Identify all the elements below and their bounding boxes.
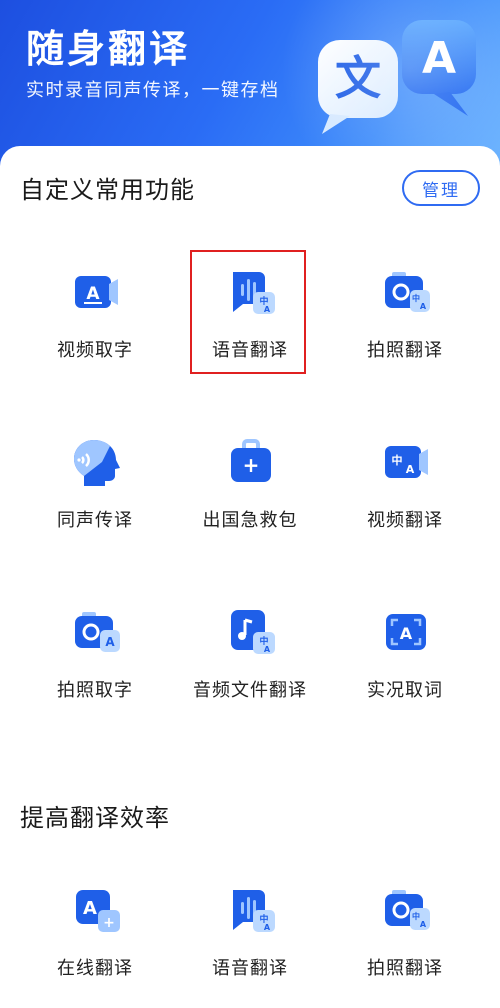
feature-camera-translate[interactable]: 中 A 拍照翻译 xyxy=(330,250,480,390)
feature-label: 出国急救包 xyxy=(202,510,298,531)
svg-text:中: 中 xyxy=(412,293,420,303)
video-translate-icon: 中 A xyxy=(385,446,428,478)
hero-art-letter-left: 文 xyxy=(335,51,381,105)
feature-simultaneous[interactable]: 同声传译 xyxy=(20,420,170,560)
translate-bubbles-icon: 文 A xyxy=(318,20,476,134)
feature-audio-file[interactable]: 中 A 音频文件翻译 xyxy=(175,590,325,730)
svg-text:A: A xyxy=(420,920,427,929)
online-translate-icon: A + xyxy=(76,890,120,932)
audio-file-translate-icon: 中 A xyxy=(231,610,275,654)
svg-text:A: A xyxy=(406,463,415,476)
feature-video-translate[interactable]: 中 A 视频翻译 xyxy=(330,420,480,560)
svg-text:A: A xyxy=(420,302,427,311)
feature-label: 拍照取字 xyxy=(57,680,133,701)
feature-camera-text[interactable]: A 拍照取字 xyxy=(20,590,170,730)
live-scan-icon: A xyxy=(386,614,426,650)
camera-translate-icon: 中 A xyxy=(385,890,430,930)
efficiency-section-title: 提高翻译效率 xyxy=(20,804,170,832)
feature-label: 在线翻译 xyxy=(57,958,133,979)
feature-label: 视频取字 xyxy=(57,340,133,361)
svg-text:A: A xyxy=(400,624,413,643)
feature-label: 实况取词 xyxy=(367,680,443,701)
hero-subtitle: 实时录音同声传译，一键存档 xyxy=(26,80,280,101)
svg-text:A: A xyxy=(264,645,271,654)
hero-title: 随身翻译 xyxy=(26,27,191,71)
feature-label: 拍照翻译 xyxy=(367,340,443,361)
svg-text:A: A xyxy=(83,898,97,919)
feature-online-translate[interactable]: A + 在线翻译 xyxy=(20,868,170,1008)
svg-text:+: + xyxy=(243,453,260,477)
feature-voice-translate-2[interactable]: 中 A 语音翻译 xyxy=(175,868,325,1008)
hero-art-letter-right: A xyxy=(422,33,456,84)
svg-text:A: A xyxy=(264,923,271,932)
feature-label: 语音翻译 xyxy=(212,958,288,979)
svg-text:中: 中 xyxy=(392,453,403,467)
svg-text:A: A xyxy=(86,284,100,304)
feature-label: 视频翻译 xyxy=(367,510,443,531)
svg-text:中: 中 xyxy=(412,911,420,921)
voice-translate-icon: 中 A xyxy=(233,890,275,932)
manage-button[interactable]: 管理 xyxy=(402,170,480,206)
camera-translate-icon: 中 A xyxy=(385,272,430,312)
custom-section-title: 自定义常用功能 xyxy=(20,176,195,204)
simultaneous-interpret-icon xyxy=(74,440,120,486)
feature-label: 同声传译 xyxy=(57,510,133,531)
feature-label: 拍照翻译 xyxy=(367,958,443,979)
svg-text:+: + xyxy=(103,915,115,931)
feature-camera-translate-2[interactable]: 中 A 拍照翻译 xyxy=(330,868,480,1008)
feature-video-text[interactable]: A 视频取字 xyxy=(20,250,170,390)
feature-first-aid[interactable]: + 出国急救包 xyxy=(175,420,325,560)
feature-label: 音频文件翻译 xyxy=(193,680,307,701)
highlight-box xyxy=(190,250,306,374)
svg-text:A: A xyxy=(105,635,115,649)
camera-text-icon: A xyxy=(75,612,120,652)
video-text-icon: A xyxy=(75,276,118,308)
feature-live-scan[interactable]: A 实况取词 xyxy=(330,590,480,730)
first-aid-kit-icon: + xyxy=(231,439,271,482)
